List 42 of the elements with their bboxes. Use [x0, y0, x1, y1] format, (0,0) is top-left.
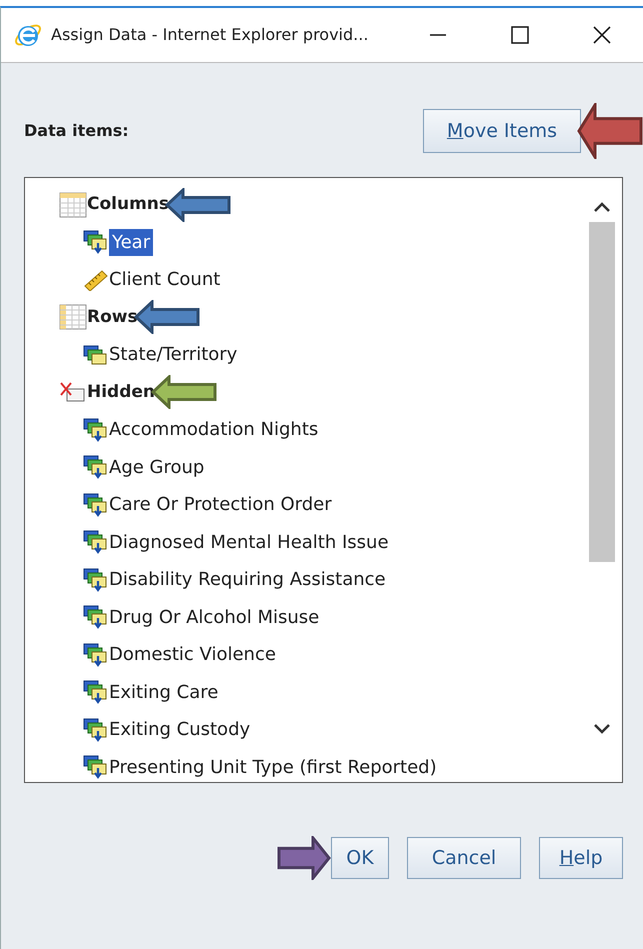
tree-item[interactable]: Client Count: [109, 266, 220, 294]
category-icon: [83, 566, 109, 593]
tree-item[interactable]: Drug Or Alcohol Misuse: [109, 604, 320, 631]
tree-item[interactable]: Care Or Protection Order: [109, 491, 332, 518]
tree-item[interactable]: Age Group: [109, 454, 204, 481]
ruler-icon: [83, 268, 109, 291]
tree-item[interactable]: Accommodation Nights: [109, 416, 318, 444]
category-icon: [83, 454, 109, 480]
category-icon: [83, 344, 109, 366]
scroll-up-icon[interactable]: [592, 200, 612, 214]
tree-item[interactable]: Exiting Custody: [109, 716, 250, 744]
tree-item[interactable]: Year: [109, 228, 154, 256]
maximize-icon[interactable]: [510, 26, 530, 44]
category-icon: [83, 416, 109, 443]
category-icon: [83, 716, 109, 743]
window-title: Assign Data - Internet Explorer provid...: [51, 24, 368, 46]
move-items-button[interactable]: Move Items: [423, 109, 581, 153]
help-button[interactable]: Help: [539, 837, 623, 879]
category-icon: [83, 604, 109, 630]
category-icon: [83, 492, 109, 518]
data-items-label: Data items:: [24, 120, 129, 142]
tree-group-label[interactable]: Hidden: [87, 380, 156, 405]
tree-item[interactable]: Diagnosed Mental Health Issue: [109, 528, 389, 556]
tree-item[interactable]: Domestic Violence: [109, 641, 276, 668]
ok-button[interactable]: OK: [331, 837, 389, 879]
category-icon: [83, 754, 109, 780]
tree-group-label[interactable]: Columns: [87, 192, 170, 218]
tree-group-label[interactable]: Rows: [87, 304, 138, 330]
tree-item[interactable]: Exiting Care: [109, 678, 218, 706]
table-icon: [59, 304, 87, 330]
tree-item[interactable]: State/Territory: [109, 341, 238, 368]
hidden-item-icon: [59, 380, 87, 404]
category-icon: [83, 229, 109, 256]
tree-item[interactable]: Disability Requiring Assistance: [109, 566, 386, 594]
close-icon[interactable]: [592, 26, 612, 44]
category-icon: [83, 679, 109, 706]
cancel-button[interactable]: Cancel: [407, 837, 521, 879]
table-icon: [59, 192, 87, 218]
tree-item[interactable]: Presenting Unit Type (first Reported): [109, 754, 437, 781]
category-icon: [83, 642, 109, 668]
category-icon: [83, 529, 109, 556]
scroll-down-icon[interactable]: [592, 722, 612, 736]
